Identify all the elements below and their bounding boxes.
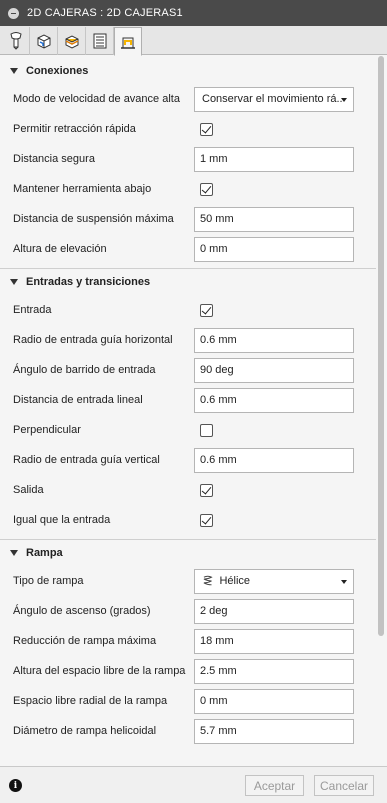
dropdown-arrow-icon [341,579,347,584]
sweep-angle-input[interactable]: 90 deg [194,357,354,383]
section-header-entradas[interactable]: Entradas y transiciones [0,269,376,295]
field-label: Igual que la entrada [13,514,111,526]
field-label: Reducción de rampa máxima [13,635,157,647]
collapse-triangle-icon [10,550,18,556]
field-label: Espacio libre radial de la rampa [13,695,168,707]
row-ramp-clearance: Altura del espacio libre de la rampa 2.5… [0,656,376,686]
section-title: Rampa [26,547,63,559]
row-feed-mode: Modo de velocidad de avance alta Conserv… [0,84,376,114]
settings-panel: Conexiones Modo de velocidad de avance a… [0,56,376,766]
passes-icon [93,33,106,49]
dialog-footer: i Aceptar Cancelar [0,766,387,803]
field-label: Modo de velocidad de avance alta [13,93,180,105]
row-linear: Distancia de entrada lineal 0.6 mm [0,385,376,415]
field-label: Mantener herramienta abajo [13,183,152,195]
ok-button[interactable]: Aceptar [245,775,304,796]
row-same-as-lead-in: Igual que la entrada [0,505,376,535]
safe-distance-input[interactable]: 1 mm [194,146,354,172]
tab-geometry[interactable] [30,27,58,55]
field-label: Distancia segura [13,153,95,165]
lead-in-checkbox[interactable] [200,303,213,317]
row-lead-out: Salida [0,475,376,505]
v-radius-input[interactable]: 0.6 mm [194,447,354,473]
ramp-radial-input[interactable]: 0 mm [194,688,354,714]
field-label: Perpendicular [13,424,81,436]
geometry-icon [37,34,50,49]
feed-mode-select[interactable]: Conservar el movimiento rá... [194,86,354,112]
field-label: Altura del espacio libre de la rampa [13,665,186,677]
lift-height-input[interactable]: 0 mm [194,236,354,262]
info-icon[interactable]: i [9,779,22,792]
section-header-conexiones[interactable]: Conexiones [0,58,376,84]
field-label: Radio de entrada guía horizontal [13,334,173,346]
row-sweep: Ángulo de barrido de entrada 90 deg [0,355,376,385]
field-label: Tipo de rampa [13,575,84,587]
h-radius-input[interactable]: 0.6 mm [194,327,354,353]
ramp-angle-input[interactable]: 2 deg [194,598,354,624]
row-v-radius: Radio de entrada guía vertical 0.6 mm [0,445,376,475]
ramp-stepdown-input[interactable]: 18 mm [194,628,354,654]
row-h-radius: Radio de entrada guía horizontal 0.6 mm [0,325,376,355]
row-perpendicular: Perpendicular [0,415,376,445]
tab-bar [0,26,387,56]
tab-passes[interactable] [86,27,114,55]
linking-icon [121,37,135,49]
row-lift-height: Altura de elevación 0 mm [0,234,376,264]
row-rapid-retract: Permitir retracción rápida [0,114,376,144]
collapse-triangle-icon [10,68,18,74]
field-label: Distancia de suspensión máxima [13,213,174,225]
field-label: Salida [13,484,44,496]
select-value: Hélice [219,575,251,587]
rapid-retract-checkbox[interactable] [200,122,213,136]
ramp-type-select[interactable]: Hélice [194,568,354,594]
field-label: Entrada [13,304,52,316]
window-title: 2D CAJERAS : 2D CAJERAS1 [27,7,183,19]
field-label: Permitir retracción rápida [13,123,136,135]
cancel-button[interactable]: Cancelar [314,775,374,796]
section-title: Conexiones [26,65,89,77]
scrollbar[interactable] [377,56,385,766]
row-safe-distance: Distancia segura 1 mm [0,144,376,174]
heights-icon [65,35,78,49]
row-lead-in: Entrada [0,295,376,325]
row-helix-diameter: Diámetro de rampa helicoidal 5.7 mm [0,716,376,746]
lead-out-checkbox[interactable] [200,483,213,497]
title-bar: 2D CAJERAS : 2D CAJERAS1 [0,0,387,26]
tool-icon [9,32,22,50]
field-label: Diámetro de rampa helicoidal [13,725,157,737]
row-ramp-type: Tipo de rampa Hélice [0,566,376,596]
select-value: Conservar el movimiento rá... [202,93,342,105]
scrollbar-thumb[interactable] [378,56,384,636]
section-title: Entradas y transiciones [26,276,151,288]
dropdown-arrow-icon [341,97,347,102]
helix-icon [203,575,213,586]
ramp-clearance-input[interactable]: 2.5 mm [194,658,354,684]
same-as-lead-in-checkbox[interactable] [200,513,213,527]
collapse-icon[interactable] [8,7,19,19]
tab-tool[interactable] [2,27,30,55]
perpendicular-checkbox[interactable] [200,423,213,437]
row-ramp-angle: Ángulo de ascenso (grados) 2 deg [0,596,376,626]
linear-distance-input[interactable]: 0.6 mm [194,387,354,413]
tab-linking[interactable] [114,27,142,56]
collapse-triangle-icon [10,279,18,285]
section-header-rampa[interactable]: Rampa [0,540,376,566]
tab-heights[interactable] [58,27,86,55]
max-stay-down-input[interactable]: 50 mm [194,206,354,232]
field-label: Altura de elevación [13,243,107,255]
row-keep-tool-down: Mantener herramienta abajo [0,174,376,204]
keep-tool-down-checkbox[interactable] [200,182,213,196]
field-label: Ángulo de barrido de entrada [13,364,156,376]
field-label: Ángulo de ascenso (grados) [13,605,151,617]
field-label: Radio de entrada guía vertical [13,454,160,466]
row-max-stay-down: Distancia de suspensión máxima 50 mm [0,204,376,234]
row-ramp-radial: Espacio libre radial de la rampa 0 mm [0,686,376,716]
row-ramp-stepdown: Reducción de rampa máxima 18 mm [0,626,376,656]
field-label: Distancia de entrada lineal [13,394,143,406]
helix-diameter-input[interactable]: 5.7 mm [194,718,354,744]
